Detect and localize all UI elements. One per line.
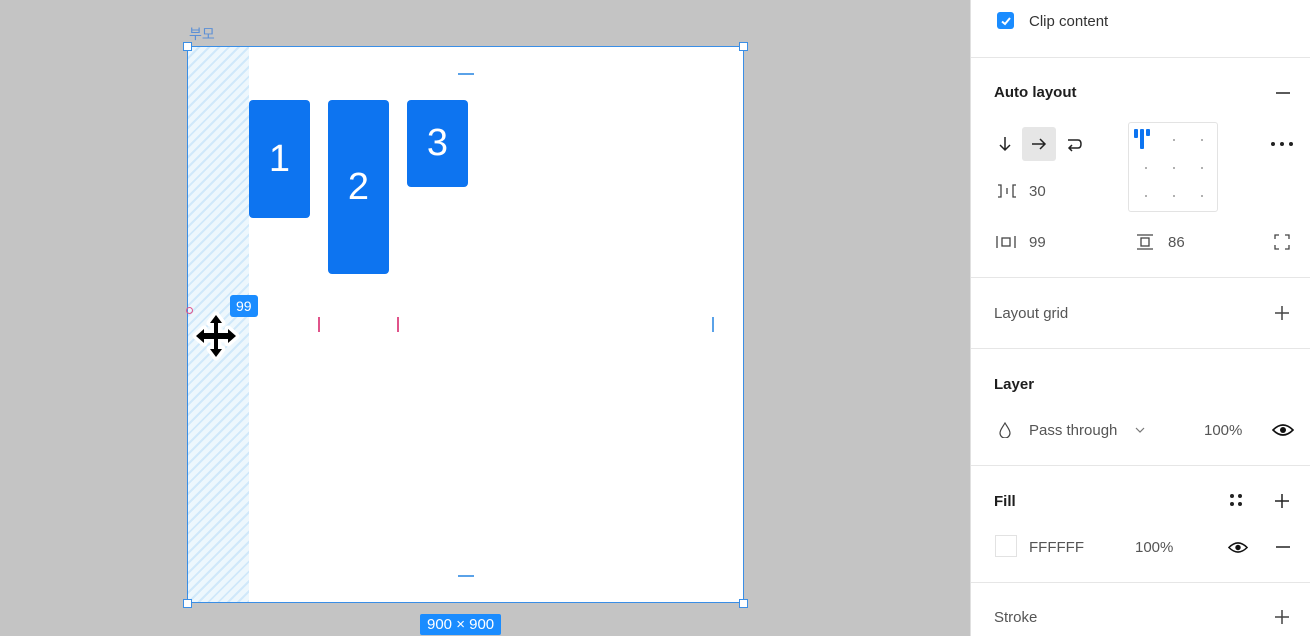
gap-marker [318,317,320,332]
add-fill-button[interactable] [1272,491,1292,511]
add-stroke-button[interactable] [1272,607,1292,627]
section-divider [971,465,1310,466]
fill-styles-button[interactable] [1227,491,1245,509]
plus-icon [1275,610,1289,624]
fill-opacity-input[interactable]: 100% [1135,539,1173,556]
padding-horizontal-input[interactable]: 99 [1029,234,1046,251]
alignment-dot[interactable] [1145,195,1147,197]
properties-panel: Clip content Auto layout 30 99 86 Layout… [970,0,1310,636]
eye-icon [1272,424,1294,436]
section-divider [971,582,1310,583]
wrap-icon [1067,139,1082,152]
alignment-dot[interactable] [1173,167,1175,169]
layer-opacity-input[interactable]: 100% [1204,422,1242,439]
vertical-direction-button[interactable] [995,133,1015,155]
plus-icon [1275,306,1289,320]
stroke-title: Stroke [994,609,1038,626]
style-grid-icon [1230,494,1242,506]
resize-handle-bottom-right[interactable] [739,599,748,608]
right-arrow-icon [1032,138,1047,150]
child-frame-3[interactable]: 3 [407,100,468,187]
chevron-down-icon[interactable] [1133,423,1147,437]
right-padding-marker [712,317,714,332]
auto-layout-title: Auto layout [994,84,1077,101]
alignment-dot[interactable] [1201,167,1203,169]
independent-padding-icon [1274,234,1290,250]
gap-marker [397,317,399,332]
alignment-grid[interactable] [1128,122,1218,212]
blend-mode-select[interactable]: Pass through [1029,422,1117,439]
top-padding-marker [458,73,474,75]
fill-title: Fill [994,493,1016,510]
wrap-direction-button[interactable] [1063,133,1085,155]
clip-content-label[interactable]: Clip content [1029,13,1108,30]
alignment-indicator [1134,129,1138,138]
alignment-dot[interactable] [1173,195,1175,197]
frame-name-label[interactable]: 부모 [189,24,215,44]
design-canvas[interactable]: 부모 1 2 3 99 900 × 900 [0,0,970,636]
clip-content-checkbox[interactable] [997,12,1014,29]
child-label: 1 [268,137,291,180]
section-divider [971,348,1310,349]
check-icon [1000,16,1011,25]
child-label: 2 [347,165,370,208]
fill-visibility-toggle[interactable] [1226,537,1250,557]
move-cursor-icon [192,311,240,361]
padding-vertical-input[interactable]: 86 [1168,234,1185,251]
alignment-dot[interactable] [1201,195,1203,197]
resize-handle-top-right[interactable] [739,42,748,51]
child-frame-1[interactable]: 1 [249,100,310,218]
resize-handle-top-left[interactable] [183,42,192,51]
resize-handle-bottom-left[interactable] [183,599,192,608]
frame-size-badge: 900 × 900 [420,614,502,635]
alignment-indicator [1146,129,1150,136]
layer-visibility-toggle[interactable] [1271,420,1295,440]
minus-icon [1276,92,1290,94]
child-frame-2[interactable]: 2 [328,100,389,274]
spacing-icon [995,181,1019,201]
layer-title: Layer [994,376,1035,393]
plus-icon [1275,494,1289,508]
alignment-dot[interactable] [1173,139,1175,141]
spacing-value-input[interactable]: 30 [1029,183,1046,200]
auto-layout-more-button[interactable] [1269,134,1295,154]
down-arrow-icon [999,137,1011,152]
fill-hex-input[interactable]: FFFFFF [1029,539,1084,556]
padding-horizontal-icon [995,232,1017,252]
minus-icon [1276,546,1290,548]
alignment-dot[interactable] [1201,139,1203,141]
eye-icon [1228,541,1248,553]
more-icon [1271,142,1293,146]
padding-vertical-icon [1134,232,1156,252]
selected-frame[interactable]: 1 2 3 [187,46,744,603]
section-divider [971,277,1310,278]
section-divider [971,57,1310,58]
remove-auto-layout-button[interactable] [1273,84,1293,102]
child-label: 3 [426,122,449,164]
layout-grid-title: Layout grid [994,305,1069,322]
horizontal-direction-button[interactable] [1022,127,1056,161]
blend-drop-icon [997,421,1013,439]
bottom-padding-marker [458,575,474,577]
alignment-indicator [1140,129,1144,149]
independent-padding-button[interactable] [1271,232,1293,252]
add-layout-grid-button[interactable] [1272,303,1292,323]
remove-fill-button[interactable] [1273,537,1293,557]
alignment-dot[interactable] [1145,167,1147,169]
fill-color-swatch[interactable] [995,535,1017,557]
